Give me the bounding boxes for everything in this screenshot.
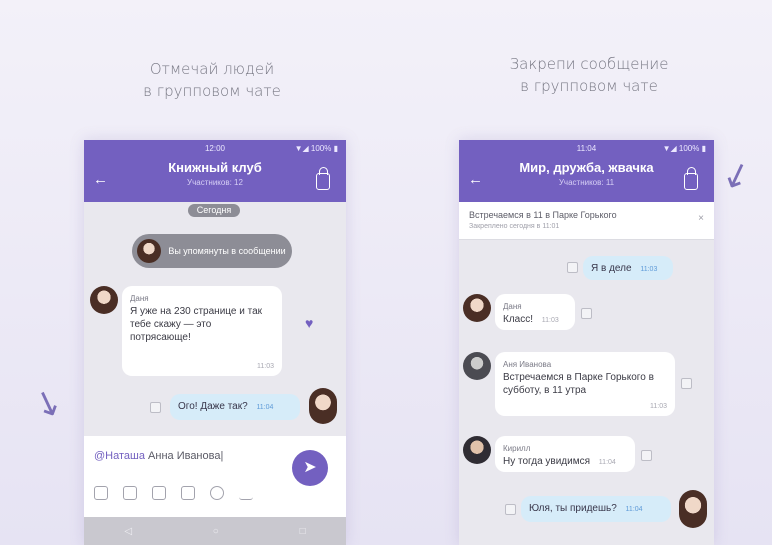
plane-icon: ➤ xyxy=(303,459,317,476)
nav-home-icon[interactable]: ○ xyxy=(213,526,219,537)
compose-mention: @Наташа xyxy=(94,450,145,462)
status-indicators: ▼◢ 100% ▮ xyxy=(662,144,706,153)
message-sender: Даня xyxy=(130,294,149,303)
compose-input[interactable]: @Наташа Анна Иванова| xyxy=(94,450,223,462)
close-icon[interactable]: × xyxy=(698,213,704,224)
mention-notice-pill[interactable]: Вы упомянуты в сообщении xyxy=(132,234,292,268)
outgoing-text: Ого! Даже так? xyxy=(178,401,248,412)
phone-left: 12:00 ▼◢ 100% ▮ ← Книжный клуб Участнико… xyxy=(84,140,346,545)
send-button[interactable]: ➤ xyxy=(292,450,328,486)
nav-back-icon[interactable]: ◁ xyxy=(124,526,132,537)
chat-header: 12:00 ▼◢ 100% ▮ ← Книжный клуб Участнико… xyxy=(84,140,346,202)
caption-right: Закрепи сообщение в групповом чате xyxy=(474,53,704,97)
chat-title[interactable]: Книжный клуб xyxy=(84,160,346,175)
arrow-down-right-icon: ↓ xyxy=(714,152,758,202)
sender-avatar[interactable] xyxy=(90,286,118,314)
message-time: 11:03 xyxy=(640,266,658,273)
outgoing-time: 11:04 xyxy=(256,404,274,411)
gallery-icon[interactable] xyxy=(123,486,137,500)
own-avatar xyxy=(679,490,707,528)
android-navbar: ◁ ○ □ xyxy=(84,517,346,545)
message-time: 11:03 xyxy=(650,403,667,410)
date-pill: Сегодня xyxy=(188,204,240,217)
sender-avatar[interactable] xyxy=(463,294,491,322)
sender-avatar[interactable] xyxy=(463,352,491,380)
status-time: 11:04 xyxy=(576,144,597,153)
own-avatar xyxy=(309,388,337,424)
pinned-title: Встречаемся в 11 в Парке Горького xyxy=(469,210,617,220)
chat-subtitle: Участников: 11 xyxy=(558,178,615,187)
chat-subtitle: Участников: 12 xyxy=(187,178,243,187)
incoming-message[interactable]: Аня Иванова Встречаемся в Парке Горького… xyxy=(495,352,675,416)
gif-icon[interactable] xyxy=(152,486,166,500)
message-sender: Кирилл xyxy=(503,444,531,453)
message-text: Класс! xyxy=(503,314,533,325)
compose-toolbar xyxy=(94,486,253,500)
select-checkbox[interactable] xyxy=(567,262,578,273)
caption-left-line2: в групповом чате xyxy=(143,82,281,100)
arrow-down-left-icon: ↓ xyxy=(26,380,70,430)
caption-left: Отмечай людей в групповом чате xyxy=(97,58,327,102)
chat-title[interactable]: Мир, дружба, жвачка xyxy=(459,160,714,175)
status-bar: 11:04 ▼◢ 100% ▮ xyxy=(459,144,714,153)
message-time: 11:04 xyxy=(625,506,643,513)
mention-notice-text: Вы упомянуты в сообщении xyxy=(168,246,286,256)
pinned-meta: Закреплено сегодня в 11:01 xyxy=(469,223,560,230)
message-time: 11:03 xyxy=(541,317,559,324)
message-text: Встречаемся в Парке Горького в субботу, … xyxy=(503,372,654,396)
message-sender: Аня Иванова xyxy=(503,360,552,369)
sender-avatar[interactable] xyxy=(463,436,491,464)
caption-right-line2: в групповом чате xyxy=(520,77,658,95)
heart-icon[interactable]: ♥ xyxy=(305,315,313,331)
caption-left-line1: Отмечай людей xyxy=(149,60,275,78)
compose-area: @Наташа Анна Иванова| ➤ xyxy=(84,436,346,518)
caption-right-line1: Закрепи сообщение xyxy=(509,55,669,73)
outgoing-message[interactable]: Юля, ты придешь? 11:04 xyxy=(521,496,671,522)
lock-icon[interactable] xyxy=(684,167,698,190)
status-time: 12:00 xyxy=(204,144,226,153)
doodle-icon[interactable] xyxy=(210,486,224,500)
status-bar: 12:00 ▼◢ 100% ▮ xyxy=(84,144,346,153)
outgoing-message[interactable]: Я в деле 11:03 xyxy=(583,256,673,280)
sticker-icon[interactable] xyxy=(94,486,108,500)
pinned-message-banner[interactable]: Встречаемся в 11 в Парке Горького Закреп… xyxy=(459,202,714,240)
mention-avatar xyxy=(137,239,161,263)
compose-text-value: Анна Иванова xyxy=(148,450,221,462)
message-text: Ну тогда увидимся xyxy=(503,456,591,467)
outgoing-message[interactable]: Ого! Даже так? 11:04 xyxy=(170,394,300,420)
incoming-message[interactable]: Кирилл Ну тогда увидимся 11:04 xyxy=(495,436,635,472)
message-text: Я уже на 230 странице и так тебе скажу —… xyxy=(130,306,263,343)
select-checkbox[interactable] xyxy=(581,308,592,319)
nav-recents-icon[interactable]: □ xyxy=(300,526,306,537)
lock-icon[interactable] xyxy=(316,167,330,190)
more-icon[interactable] xyxy=(239,486,253,500)
message-time: 11:03 xyxy=(257,363,274,370)
incoming-message[interactable]: Даня Класс! 11:03 xyxy=(495,294,575,330)
phone-right: 11:04 ▼◢ 100% ▮ ← Мир, дружба, жвачка Уч… xyxy=(459,140,714,545)
message-sender: Даня xyxy=(503,302,522,311)
select-checkbox[interactable] xyxy=(505,504,516,515)
message-text: Я в деле xyxy=(591,263,632,274)
message-text: Юля, ты придешь? xyxy=(529,503,617,514)
select-checkbox[interactable] xyxy=(681,378,692,389)
select-checkbox[interactable] xyxy=(150,402,161,413)
camera-icon[interactable] xyxy=(181,486,195,500)
chat-header: 11:04 ▼◢ 100% ▮ ← Мир, дружба, жвачка Уч… xyxy=(459,140,714,202)
select-checkbox[interactable] xyxy=(641,450,652,461)
status-indicators: ▼◢ 100% ▮ xyxy=(294,144,338,153)
message-time: 11:04 xyxy=(598,459,616,466)
incoming-message[interactable]: Даня Я уже на 230 странице и так тебе ск… xyxy=(122,286,282,376)
